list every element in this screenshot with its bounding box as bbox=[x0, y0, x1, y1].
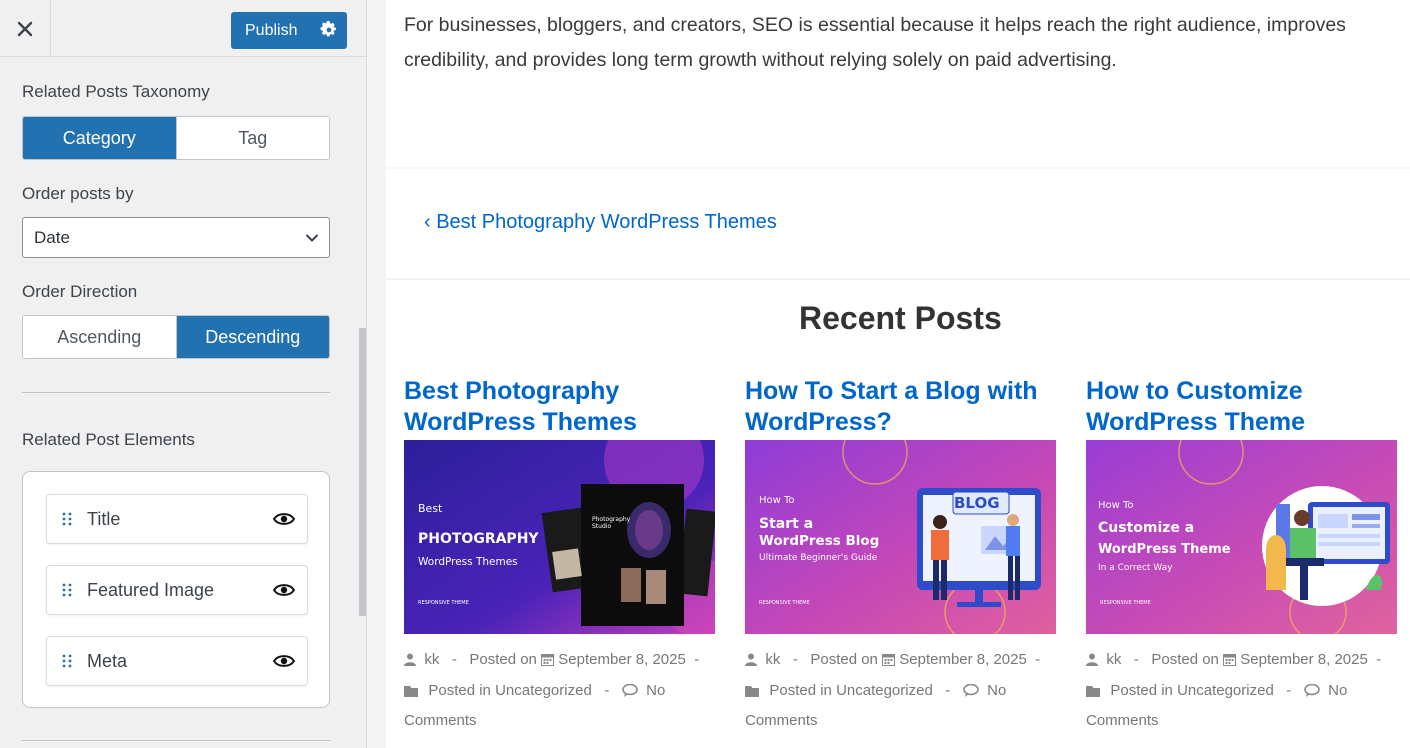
folder-icon bbox=[745, 679, 761, 708]
comment-icon bbox=[1303, 679, 1320, 708]
taxonomy-label: Related Posts Taxonomy bbox=[22, 82, 210, 101]
direction-ascending-button[interactable]: Ascending bbox=[23, 316, 176, 358]
post-navigation: ‹ Best Photography WordPress Themes bbox=[386, 169, 1410, 278]
post-thumbnail[interactable]: Best PHOTOGRAPHY WordPress Themes RESPON… bbox=[404, 440, 715, 634]
thumb-line2: PHOTOGRAPHY bbox=[418, 531, 539, 547]
element-item-featured-image[interactable]: Featured Image bbox=[46, 565, 308, 615]
publish-label: Publish bbox=[245, 21, 298, 39]
taxonomy-toggle: Category Tag bbox=[22, 116, 330, 160]
recent-post-card: How To Start a Blog with WordPress? How … bbox=[745, 376, 1057, 736]
thumb-line2: Customize a bbox=[1098, 520, 1195, 536]
elements-list: Title Featured Image Meta bbox=[22, 471, 330, 708]
posted-in-label: Posted in bbox=[428, 681, 491, 699]
element-item-title[interactable]: Title bbox=[46, 494, 308, 544]
divider bbox=[22, 740, 330, 741]
calendar-icon bbox=[541, 648, 555, 677]
panel-scrollbar[interactable] bbox=[359, 328, 366, 616]
drag-handle-icon[interactable] bbox=[47, 512, 87, 526]
post-author-link[interactable]: kk bbox=[424, 651, 439, 668]
customizer-panel: Publish Related Posts Taxonomy Category … bbox=[0, 0, 367, 748]
thumb-side: Photography Studio bbox=[592, 516, 631, 530]
recent-post-card: Best Photography WordPress Themes Best P… bbox=[404, 376, 716, 736]
thumb-line3: WordPress Theme bbox=[1098, 542, 1231, 557]
order-direction-label: Order Direction bbox=[22, 282, 138, 301]
calendar-icon bbox=[882, 648, 896, 677]
thumb-badge: BLOG bbox=[954, 494, 1000, 512]
post-author-link[interactable]: kk bbox=[765, 651, 780, 668]
recent-posts-section: Recent Posts Best Photography WordPress … bbox=[386, 280, 1410, 748]
post-category-link[interactable]: Uncategorized bbox=[495, 682, 592, 699]
direction-descending-button[interactable]: Descending bbox=[175, 316, 329, 358]
post-date-link[interactable]: September 8, 2025 bbox=[558, 651, 686, 668]
user-icon bbox=[404, 648, 416, 677]
post-author-link[interactable]: kk bbox=[1106, 651, 1121, 668]
user-icon bbox=[1086, 648, 1098, 677]
post-thumbnail[interactable]: How To Start a WordPress Blog Ultimate B… bbox=[745, 440, 1056, 634]
post-category-link[interactable]: Uncategorized bbox=[1177, 682, 1274, 699]
folder-icon bbox=[404, 679, 420, 708]
taxonomy-tag-button[interactable]: Tag bbox=[175, 117, 329, 159]
post-title-link[interactable]: How To Start a Blog with WordPress? bbox=[745, 376, 1057, 440]
order-by-select[interactable]: Date bbox=[22, 217, 330, 258]
posted-on-label: Posted on bbox=[469, 651, 537, 668]
thumb-line3: WordPress Themes bbox=[418, 556, 518, 568]
calendar-icon bbox=[1223, 648, 1237, 677]
drag-handle-icon[interactable] bbox=[47, 654, 87, 668]
posted-on-label: Posted on bbox=[1151, 651, 1219, 668]
elements-label: Related Post Elements bbox=[22, 430, 195, 449]
divider bbox=[22, 392, 330, 393]
eye-icon[interactable] bbox=[273, 651, 297, 671]
posted-in-label: Posted in bbox=[769, 681, 832, 699]
element-label: Meta bbox=[87, 650, 128, 671]
thumb-line4: Ultimate Beginner's Guide bbox=[759, 553, 878, 563]
recent-posts-heading: Recent Posts bbox=[799, 300, 1002, 336]
thumb-line2: Start a bbox=[759, 516, 814, 532]
folder-icon bbox=[1086, 679, 1102, 708]
publish-button[interactable]: Publish bbox=[231, 12, 347, 49]
thumb-line3: WordPress Blog bbox=[759, 533, 880, 549]
post-category-link[interactable]: Uncategorized bbox=[836, 682, 933, 699]
post-thumbnail[interactable]: How To Customize a WordPress Theme In a … bbox=[1086, 440, 1397, 634]
eye-icon[interactable] bbox=[273, 580, 297, 600]
order-by-value: Date bbox=[34, 227, 70, 247]
thumb-line1: How To bbox=[1098, 500, 1134, 511]
panel-header: Publish bbox=[0, 0, 366, 57]
order-direction-toggle: Ascending Descending bbox=[22, 315, 330, 359]
user-icon bbox=[745, 648, 757, 677]
element-label: Title bbox=[87, 508, 121, 529]
close-button[interactable] bbox=[0, 0, 51, 57]
thumb-line1: How To bbox=[759, 495, 795, 506]
thumb-line4: In a Correct Way bbox=[1098, 563, 1173, 573]
post-meta: kk - Posted on September 8, 2025 - Poste… bbox=[745, 646, 1065, 736]
element-label: Featured Image bbox=[87, 579, 215, 600]
post-date-link[interactable]: September 8, 2025 bbox=[1240, 651, 1368, 668]
post-title-link[interactable]: Best Photography WordPress Themes bbox=[404, 376, 716, 440]
drag-handle-icon[interactable] bbox=[47, 583, 87, 597]
post-content-card: For businesses, bloggers, and creators, … bbox=[386, 0, 1410, 167]
post-title-link[interactable]: How to Customize WordPress Theme bbox=[1086, 376, 1398, 440]
thumb-brand: RESPONSIVE THEME bbox=[759, 600, 810, 606]
post-paragraph: For businesses, bloggers, and creators, … bbox=[404, 14, 1346, 71]
thumb-brand: RESPONSIVE THEME bbox=[1100, 600, 1151, 606]
comment-icon bbox=[962, 679, 979, 708]
post-meta: kk - Posted on September 8, 2025 - Poste… bbox=[404, 646, 724, 736]
thumb-line1: Best bbox=[418, 502, 443, 515]
posted-on-label: Posted on bbox=[810, 651, 878, 668]
chevron-down-icon bbox=[305, 234, 319, 242]
comment-icon bbox=[621, 679, 638, 708]
eye-icon[interactable] bbox=[273, 509, 297, 529]
thumb-brand: RESPONSIVE THEME bbox=[418, 600, 469, 606]
panel-body: Related Posts Taxonomy Category Tag Orde… bbox=[0, 58, 359, 748]
element-item-meta[interactable]: Meta bbox=[46, 636, 308, 686]
previous-post-link[interactable]: ‹ Best Photography WordPress Themes bbox=[424, 211, 777, 234]
site-preview: For businesses, bloggers, and creators, … bbox=[367, 0, 1410, 748]
posted-in-label: Posted in bbox=[1110, 681, 1173, 699]
close-icon bbox=[17, 21, 33, 36]
order-by-label: Order posts by bbox=[22, 184, 134, 203]
taxonomy-category-button[interactable]: Category bbox=[23, 117, 176, 159]
recent-post-card: How to Customize WordPress Theme How To … bbox=[1086, 376, 1398, 736]
post-date-link[interactable]: September 8, 2025 bbox=[899, 651, 1027, 668]
gear-icon[interactable] bbox=[320, 21, 338, 39]
post-meta: kk - Posted on September 8, 2025 - Poste… bbox=[1086, 646, 1406, 736]
